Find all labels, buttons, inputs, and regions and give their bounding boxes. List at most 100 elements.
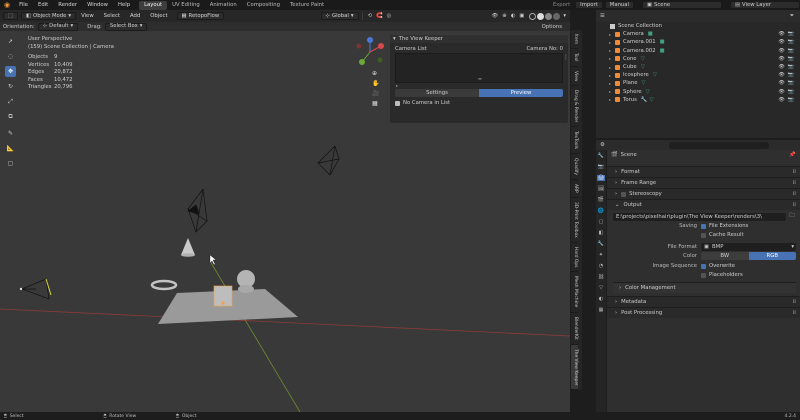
outliner-item[interactable]: ▸ Cube ▽ 👁 📷 (596, 63, 800, 71)
sidebar-tab-textools[interactable]: TexTools (571, 127, 578, 155)
pan-hand-icon[interactable]: ✋ (372, 80, 379, 87)
particles-props-icon[interactable]: ✦ (599, 252, 603, 258)
cache-result-checkbox[interactable] (701, 232, 706, 238)
overlays-icon[interactable]: ◐ (511, 13, 516, 19)
outliner-item[interactable]: ▸ Torus 🔧 ▽ 👁 📷 (596, 96, 800, 104)
navigation-gizmo[interactable] (354, 36, 386, 68)
workspace-tab-texture-paint[interactable]: Texture Paint (285, 1, 329, 10)
output-path-field[interactable]: E:\projects\pixelhair\plugin\The View Ke… (613, 212, 786, 221)
drag-handle-icon[interactable]: ⁞⁞ (793, 169, 796, 175)
menu-edit[interactable]: Edit (33, 2, 53, 8)
manual-button[interactable]: Manual (604, 1, 634, 9)
transform-orientation-selector[interactable]: ⊹ Global ▾ (320, 12, 359, 20)
editor-type-button[interactable]: ⬚ (3, 12, 19, 20)
material-shading-icon[interactable] (545, 12, 553, 20)
constraints-props-icon[interactable]: ⛓ (598, 274, 604, 280)
camera-object-main[interactable] (187, 188, 208, 233)
file-format-dropdown[interactable]: ▣ BMP ▾ (701, 242, 796, 251)
filter-icon[interactable]: ⏷ (790, 13, 794, 20)
collection-props-icon[interactable]: ▢ (599, 219, 604, 225)
camera-render-icon[interactable]: 📷 (788, 56, 794, 62)
camera-render-icon[interactable]: 📷 (788, 89, 794, 95)
sidebar-tab-3d-print[interactable]: 3D-Print Toolbox (571, 198, 578, 243)
sidebar-tab-mesh-machine[interactable]: Mesh Machine (571, 272, 578, 313)
workspace-tab-layout[interactable]: Layout (139, 0, 168, 10)
options-button[interactable]: Options (542, 24, 562, 30)
camera-render-icon[interactable]: 📷 (788, 64, 794, 70)
drag-handle-icon[interactable]: ⁞⁞ (793, 310, 796, 316)
section-format[interactable]: › Format ⁞⁞ (607, 166, 800, 177)
eye-icon[interactable]: 👁 (778, 48, 784, 54)
section-output[interactable]: ⌄ Output ⁞⁞ (607, 199, 800, 210)
xray-icon[interactable]: ▣ (519, 13, 524, 19)
wireframe-shading-icon[interactable] (529, 12, 537, 20)
rendered-shading-icon[interactable] (553, 12, 561, 20)
outliner-item[interactable]: ▸ Camera.001 ■ 👁 📷 (596, 38, 800, 46)
blender-logo-icon[interactable]: ◉ (0, 1, 14, 9)
menu-window[interactable]: Window (82, 2, 113, 8)
color-bw-button[interactable]: BW (701, 251, 749, 260)
3d-viewport[interactable]: Orientation: ⊹ Default ▾ Drag: Select Box ▾… (0, 22, 570, 412)
add-camera-icon[interactable]: ⋮ (563, 54, 569, 61)
physics-props-icon[interactable]: ◔ (599, 263, 603, 269)
menu-help[interactable]: Help (113, 2, 135, 8)
camera-render-icon[interactable]: 📷 (788, 97, 794, 103)
overwrite-checkbox[interactable] (701, 263, 706, 269)
camera-object-left[interactable] (21, 278, 52, 300)
world-props-icon[interactable]: 🌐 (598, 208, 604, 214)
sidebar-tab-blenderkit[interactable]: BlenderKit (571, 313, 578, 345)
section-stereoscopy[interactable]: › Stereoscopy ⁞⁞ (607, 188, 800, 199)
drag-handle-icon[interactable]: ⁞⁞ (793, 202, 796, 208)
properties-search-input[interactable] (668, 141, 769, 149)
scene-collection-row[interactable]: Scene Collection (596, 22, 800, 30)
sidebar-tab-item[interactable]: Item (571, 30, 578, 49)
scene-props-icon[interactable]: 🎬 (598, 197, 604, 203)
outliner-editor-icon[interactable]: ☰ (600, 13, 605, 19)
menu-render[interactable]: Render (53, 2, 82, 8)
eye-icon[interactable]: 👁 (778, 56, 784, 62)
camera-render-icon[interactable]: 📷 (788, 39, 794, 45)
resize-handle-icon[interactable]: ▬ (478, 76, 482, 81)
pivot-icon[interactable]: ⟲ (368, 13, 372, 19)
outliner-item[interactable]: ▸ Camera.002 ■ 👁 📷 (596, 47, 800, 55)
drag-selector[interactable]: Select Box ▾ (104, 22, 148, 31)
proportional-edit-icon[interactable]: ◎ (387, 13, 392, 19)
import-button[interactable]: Import (575, 1, 603, 9)
scene-selector[interactable]: ▣ Scene (642, 1, 722, 9)
section-color-management[interactable]: › Color Management (613, 282, 796, 293)
tool-props-icon[interactable]: 🔧 (598, 153, 604, 159)
solid-shading-icon[interactable] (537, 12, 545, 20)
zoom-icon[interactable]: ⊕ (372, 70, 379, 77)
pin-icon[interactable]: 📌 (789, 152, 796, 158)
sidebar-tab-view[interactable]: View (571, 67, 578, 86)
torus-object[interactable] (150, 279, 178, 291)
folder-icon[interactable]: 🗀 (788, 212, 796, 221)
transform-tool-icon[interactable]: ⧉ (5, 111, 16, 122)
sidebar-tab-drag-render[interactable]: Drag & Render (571, 86, 578, 128)
camera-render-icon[interactable]: 📷 (788, 48, 794, 54)
section-post-processing[interactable]: › Post Processing ⁞⁞ (607, 307, 800, 318)
viewport-menu-object[interactable]: Object (145, 13, 172, 19)
visibility-icon[interactable]: 👁 (492, 13, 499, 19)
sidebar-tab-quadify[interactable]: Quadify (571, 154, 578, 181)
select-circle-icon[interactable]: ◌ (5, 51, 16, 62)
camera-render-icon[interactable]: 📷 (788, 72, 794, 78)
preview-tab[interactable]: Preview (479, 89, 563, 97)
modifier-props-icon[interactable]: 🔧 (598, 241, 604, 247)
camera-render-icon[interactable]: 📷 (788, 80, 794, 86)
menu-file[interactable]: File (14, 2, 33, 8)
rotate-tool-icon[interactable]: ↻ (5, 81, 16, 92)
render-props-icon[interactable]: 📷 (598, 164, 604, 170)
shading-dropdown-icon[interactable]: ▾ (563, 13, 566, 19)
list-play-icon[interactable]: ▸ (390, 83, 568, 88)
view-keeper-header[interactable]: ▾ The View Keeper (390, 35, 568, 43)
data-props-icon[interactable]: ▽ (599, 285, 603, 291)
eye-icon[interactable]: 👁 (778, 64, 784, 70)
color-rgb-button[interactable]: RGB (748, 251, 796, 260)
export-button[interactable]: Export (548, 2, 575, 8)
measure-tool-icon[interactable]: 📐 (5, 143, 16, 154)
cone-object[interactable] (181, 238, 195, 255)
camera-list-box[interactable]: ▬ ⋮ (395, 53, 569, 83)
move-tool-icon[interactable]: ✥ (5, 66, 16, 77)
eye-icon[interactable]: 👁 (778, 72, 784, 78)
